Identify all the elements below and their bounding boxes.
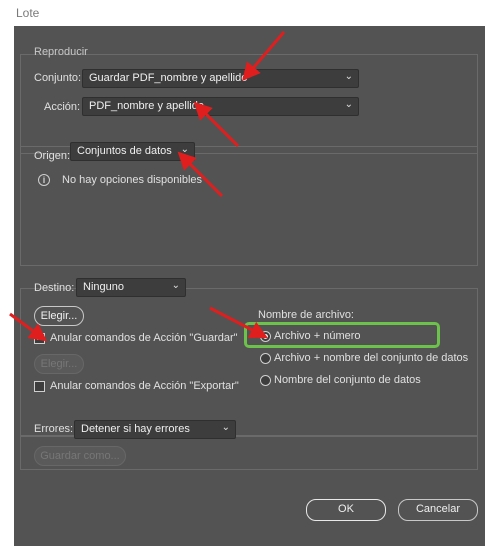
arrow-origen xyxy=(177,151,224,198)
arrow-anular xyxy=(9,312,48,342)
arrow-conjunto xyxy=(242,31,286,81)
arrow-archivo xyxy=(209,306,268,339)
annotation-arrows xyxy=(9,31,286,342)
arrow-accion xyxy=(193,101,240,148)
